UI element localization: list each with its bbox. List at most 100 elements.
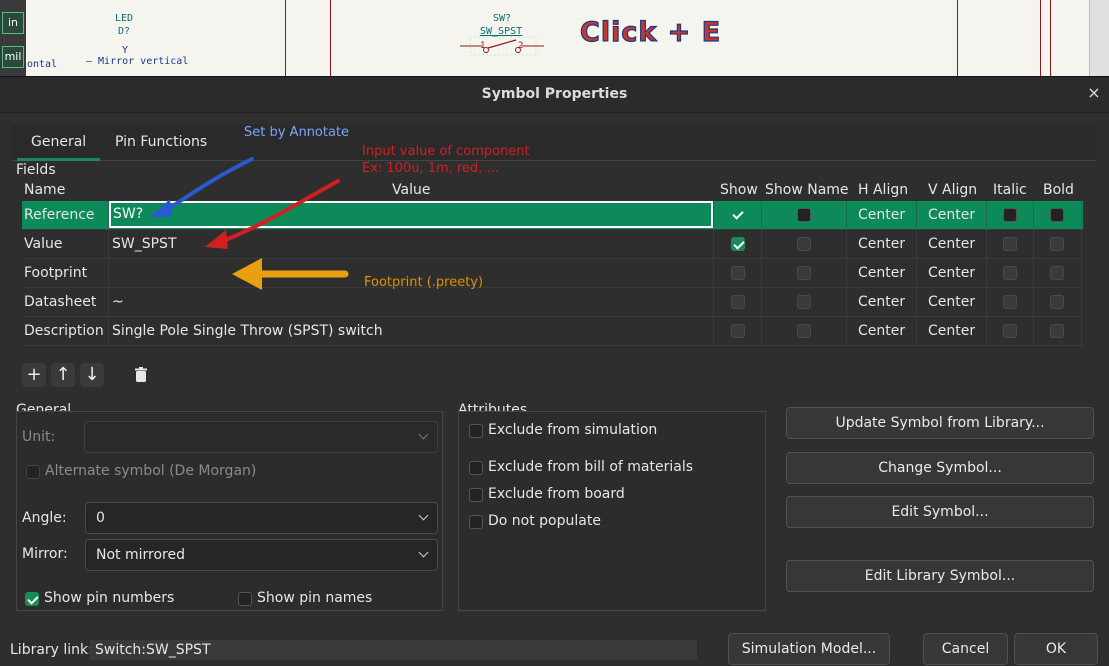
- italic-checkbox[interactable]: [1003, 324, 1017, 338]
- alternate-symbol-checkbox[interactable]: [26, 465, 40, 479]
- chevron-down-icon: [418, 429, 429, 440]
- pin-1-number: 1: [480, 41, 486, 51]
- bold-checkbox[interactable]: [1050, 324, 1064, 338]
- show-pin-numbers-checkbox[interactable]: [25, 592, 39, 606]
- v-align-cell[interactable]: Center: [928, 201, 975, 230]
- field-value-cell[interactable]: Single Pole Single Throw (SPST) switch: [112, 317, 383, 346]
- show-name-checkbox[interactable]: [797, 324, 811, 338]
- h-align-cell[interactable]: Center: [858, 259, 905, 288]
- show-checkbox[interactable]: [731, 237, 745, 251]
- show-checkbox[interactable]: [731, 324, 745, 338]
- tab-general[interactable]: General: [17, 125, 101, 161]
- show-checkbox[interactable]: [731, 208, 745, 222]
- grid-separator: [846, 259, 847, 288]
- mirror-select[interactable]: Not mirrored: [85, 539, 438, 571]
- close-icon[interactable]: ×: [1085, 84, 1103, 102]
- bold-checkbox[interactable]: [1050, 295, 1064, 309]
- alternate-symbol-label: Alternate symbol (De Morgan): [45, 463, 257, 479]
- angle-label: Angle:: [22, 510, 67, 526]
- table-row[interactable]: Reference SW? Center Center: [22, 201, 1083, 230]
- v-align-cell[interactable]: Center: [928, 259, 975, 288]
- add-icon[interactable]: +: [22, 363, 46, 387]
- edit-library-symbol-button[interactable]: Edit Library Symbol...: [786, 560, 1094, 592]
- change-symbol-button[interactable]: Change Symbol...: [786, 452, 1094, 484]
- field-value-editor[interactable]: SW?: [109, 201, 713, 228]
- exclude-bom-checkbox[interactable]: [469, 461, 483, 475]
- library-link-field[interactable]: Switch:SW_SPST: [90, 640, 697, 660]
- column-header-h-align[interactable]: H Align: [858, 179, 908, 201]
- grid-separator: [1081, 230, 1082, 259]
- h-align-cell[interactable]: Center: [858, 288, 905, 317]
- italic-checkbox[interactable]: [1003, 266, 1017, 280]
- exclude-board-checkbox[interactable]: [469, 488, 483, 502]
- mirror-select-value: Not mirrored: [96, 547, 185, 563]
- chevron-down-icon: [418, 547, 429, 558]
- update-symbol-button[interactable]: Update Symbol from Library...: [786, 407, 1094, 439]
- column-header-italic[interactable]: Italic: [993, 179, 1027, 201]
- grid-separator: [713, 201, 714, 230]
- edit-symbol-button[interactable]: Edit Symbol...: [786, 496, 1094, 528]
- show-name-checkbox[interactable]: [797, 237, 811, 251]
- grid-separator: [986, 317, 987, 346]
- do-not-populate-label: Do not populate: [488, 513, 601, 529]
- move-down-icon[interactable]: ↓: [80, 363, 104, 387]
- show-checkbox[interactable]: [731, 295, 745, 309]
- grid-separator: [108, 259, 109, 288]
- column-header-name[interactable]: Name: [24, 179, 65, 201]
- exclude-board-label: Exclude from board: [488, 486, 625, 502]
- unit-select[interactable]: [84, 421, 438, 453]
- show-name-checkbox[interactable]: [797, 208, 811, 222]
- ok-button[interactable]: OK: [1014, 633, 1098, 665]
- italic-checkbox[interactable]: [1003, 208, 1017, 222]
- move-up-icon[interactable]: ↑: [51, 363, 75, 387]
- grid-separator: [713, 288, 714, 317]
- column-header-value[interactable]: Value: [392, 179, 430, 201]
- tab-pin-functions[interactable]: Pin Functions: [101, 125, 221, 161]
- bold-checkbox[interactable]: [1050, 237, 1064, 251]
- units-inch-button[interactable]: in: [2, 12, 24, 34]
- angle-select-value: 0: [96, 510, 105, 526]
- simulation-model-button[interactable]: Simulation Model...: [728, 633, 890, 665]
- bold-checkbox[interactable]: [1050, 266, 1064, 280]
- switch-symbol-icon[interactable]: [460, 36, 544, 58]
- grid-separator: [1033, 230, 1034, 259]
- units-mil-button[interactable]: mil: [2, 46, 24, 68]
- show-name-checkbox[interactable]: [797, 295, 811, 309]
- column-header-v-align[interactable]: V Align: [928, 179, 977, 201]
- h-align-cell[interactable]: Center: [858, 230, 905, 259]
- bold-checkbox[interactable]: [1050, 208, 1064, 222]
- grid-separator: [108, 288, 109, 317]
- schematic-canvas[interactable]: in mil LED D? Y — Mirror vertical ontal …: [0, 0, 1109, 76]
- cancel-button[interactable]: Cancel: [923, 633, 1008, 665]
- italic-checkbox[interactable]: [1003, 237, 1017, 251]
- show-pin-names-checkbox[interactable]: [238, 592, 252, 606]
- column-header-show[interactable]: Show: [720, 179, 758, 201]
- exclude-simulation-checkbox[interactable]: [469, 424, 483, 438]
- do-not-populate-checkbox[interactable]: [469, 515, 483, 529]
- table-row[interactable]: Footprint Center Center: [22, 259, 1083, 288]
- column-header-bold[interactable]: Bold: [1043, 179, 1074, 201]
- mirror-label: Mirror:: [22, 546, 68, 562]
- sheet-border-line: [330, 0, 331, 76]
- dialog-titlebar[interactable]: Symbol Properties ×: [0, 77, 1109, 113]
- field-value-cell[interactable]: SW_SPST: [112, 230, 177, 259]
- v-align-cell[interactable]: Center: [928, 317, 975, 346]
- angle-select[interactable]: 0: [85, 502, 438, 534]
- table-row[interactable]: Description Single Pole Single Throw (SPS…: [22, 317, 1083, 346]
- show-name-checkbox[interactable]: [797, 266, 811, 280]
- field-name-cell: Value: [24, 236, 63, 252]
- h-align-cell[interactable]: Center: [858, 201, 905, 230]
- table-row[interactable]: Datasheet ~ Center Center: [22, 288, 1083, 317]
- grid-header: Name Value Show Show Name H Align V Alig…: [22, 179, 1083, 201]
- grid-separator: [1033, 288, 1034, 317]
- switch-reference: SW?: [493, 13, 512, 24]
- column-header-show-name[interactable]: Show Name: [765, 179, 849, 201]
- h-align-cell[interactable]: Center: [858, 317, 905, 346]
- field-value-cell[interactable]: ~: [112, 288, 124, 317]
- show-checkbox[interactable]: [731, 266, 745, 280]
- italic-checkbox[interactable]: [1003, 295, 1017, 309]
- table-row[interactable]: Value SW_SPST Center Center: [22, 230, 1083, 259]
- v-align-cell[interactable]: Center: [928, 230, 975, 259]
- delete-icon[interactable]: [129, 363, 153, 387]
- v-align-cell[interactable]: Center: [928, 288, 975, 317]
